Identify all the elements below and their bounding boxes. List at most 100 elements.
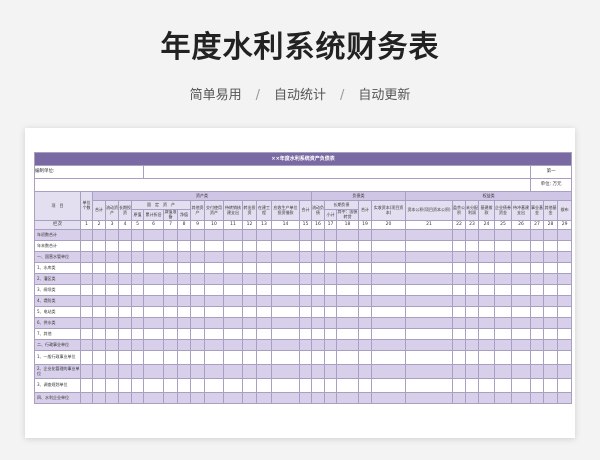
data-cell[interactable] [543,306,558,318]
data-cell[interactable] [494,306,512,318]
data-cell[interactable] [478,306,495,318]
data-cell[interactable] [371,251,406,263]
data-cell[interactable] [452,392,466,404]
data-cell[interactable] [465,240,479,252]
data-cell[interactable] [299,364,312,379]
data-cell[interactable] [92,392,106,404]
data-cell[interactable] [530,306,544,318]
data-cell[interactable] [465,262,479,274]
data-cell[interactable] [494,364,512,379]
data-cell[interactable] [465,317,479,329]
data-cell[interactable] [242,284,257,296]
data-cell[interactable] [163,229,178,241]
data-cell[interactable] [242,339,257,351]
data-cell[interactable] [204,295,224,307]
data-cell[interactable] [163,295,178,307]
data-cell[interactable] [163,364,178,379]
data-cell[interactable] [190,240,205,252]
data-cell[interactable] [336,229,359,241]
data-cell[interactable] [105,317,119,329]
data-cell[interactable] [105,328,119,340]
data-cell[interactable] [478,317,495,329]
data-cell[interactable] [324,339,337,351]
data-cell[interactable] [405,378,453,393]
data-cell[interactable] [405,284,453,296]
data-cell[interactable] [204,392,224,404]
data-cell[interactable] [223,306,243,318]
data-cell[interactable] [242,328,257,340]
data-cell[interactable] [92,306,106,318]
data-cell[interactable] [242,392,257,404]
data-cell[interactable] [530,392,544,404]
data-cell[interactable] [80,392,93,404]
data-cell[interactable] [311,392,325,404]
data-cell[interactable] [494,295,512,307]
data-cell[interactable] [494,273,512,285]
data-cell[interactable] [118,328,132,340]
data-cell[interactable] [271,295,300,307]
data-cell[interactable] [478,284,495,296]
data-cell[interactable] [311,240,325,252]
data-cell[interactable] [256,317,272,329]
data-cell[interactable] [371,229,406,241]
data-cell[interactable] [190,339,205,351]
data-cell[interactable] [324,295,337,307]
data-cell[interactable] [223,295,243,307]
data-cell[interactable] [311,262,325,274]
data-cell[interactable] [143,262,164,274]
data-cell[interactable] [299,273,312,285]
data-cell[interactable] [311,306,325,318]
data-cell[interactable] [118,378,132,393]
data-cell[interactable] [143,229,164,241]
data-cell[interactable] [143,251,164,263]
data-cell[interactable] [92,251,106,263]
data-cell[interactable] [465,392,479,404]
data-cell[interactable] [405,306,453,318]
data-cell[interactable] [358,378,372,393]
data-cell[interactable] [143,328,164,340]
data-cell[interactable] [177,364,191,379]
data-cell[interactable] [478,328,495,340]
data-cell[interactable] [465,364,479,379]
data-cell[interactable] [452,378,466,393]
data-cell[interactable] [223,392,243,404]
data-cell[interactable] [80,306,93,318]
data-cell[interactable] [324,328,337,340]
data-cell[interactable] [80,295,93,307]
data-cell[interactable] [223,284,243,296]
data-cell[interactable] [163,262,178,274]
data-cell[interactable] [92,240,106,252]
data-cell[interactable] [311,350,325,365]
data-cell[interactable] [118,262,132,274]
data-cell[interactable] [494,251,512,263]
data-cell[interactable] [190,392,205,404]
data-cell[interactable] [80,273,93,285]
data-cell[interactable] [336,295,359,307]
data-cell[interactable] [163,306,178,318]
data-cell[interactable] [556,317,573,329]
data-cell[interactable] [92,350,106,365]
data-cell[interactable] [118,392,132,404]
data-cell[interactable] [80,251,93,263]
data-cell[interactable] [204,306,224,318]
data-cell[interactable] [530,262,544,274]
data-cell[interactable] [511,240,531,252]
data-cell[interactable] [223,339,243,351]
data-cell[interactable] [465,328,479,340]
data-cell[interactable] [223,251,243,263]
data-cell[interactable] [223,378,243,393]
data-cell[interactable] [131,317,144,329]
data-cell[interactable] [452,339,466,351]
data-cell[interactable] [223,240,243,252]
data-cell[interactable] [299,295,312,307]
data-cell[interactable] [311,273,325,285]
data-cell[interactable] [271,306,300,318]
data-cell[interactable] [256,378,272,393]
data-cell[interactable] [204,251,224,263]
data-cell[interactable] [190,350,205,365]
data-cell[interactable] [556,350,573,365]
data-cell[interactable] [190,306,205,318]
data-cell[interactable] [256,284,272,296]
data-cell[interactable] [371,306,406,318]
data-cell[interactable] [478,229,495,241]
